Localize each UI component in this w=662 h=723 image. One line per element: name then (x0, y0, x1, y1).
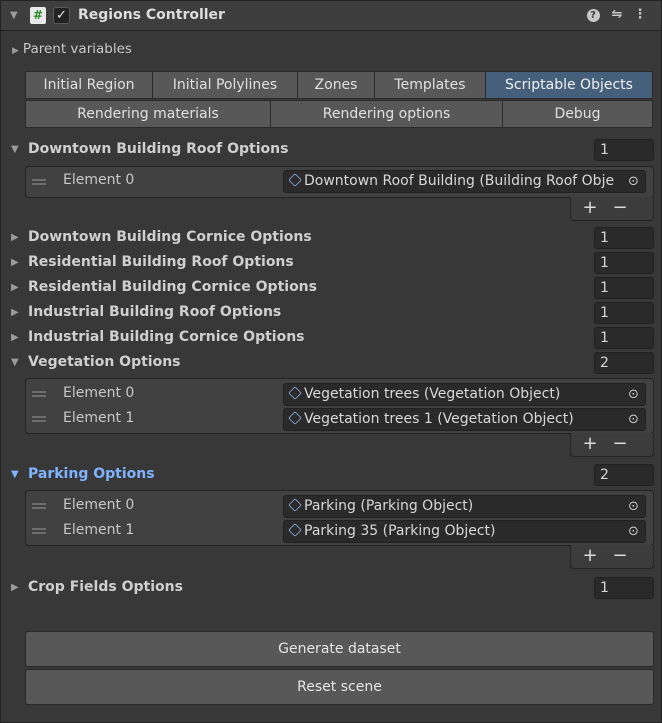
drag-handle-icon[interactable] (32, 528, 46, 534)
help-icon[interactable]: ? (585, 7, 601, 22)
object-picker-icon[interactable]: ⊙ (622, 171, 645, 192)
presets-icon[interactable]: ⇋ (609, 7, 625, 22)
expanded-arrow-icon[interactable]: ▼ (11, 358, 19, 368)
element-label: Element 0 (63, 172, 135, 188)
tab-templates[interactable]: Templates (374, 71, 486, 99)
drag-handle-icon[interactable] (32, 503, 46, 509)
script-icon: # (30, 7, 46, 24)
scriptable-object-icon (288, 411, 302, 425)
remove-element-button[interactable]: − (607, 433, 633, 455)
parking-options-label[interactable]: Parking Options (28, 466, 155, 482)
element-label: Element 0 (63, 385, 135, 401)
context-menu-icon[interactable]: ⋮ (632, 7, 648, 22)
parent-variables-label: Parent variables (22, 41, 132, 57)
downtown-roof-element-0-field[interactable]: Downtown Roof Building (Building Roof Ob… (283, 170, 646, 193)
residential-roof-options-label[interactable]: Residential Building Roof Options (28, 254, 294, 270)
scriptable-object-icon (288, 523, 302, 537)
add-element-button[interactable]: + (577, 433, 603, 455)
industrial-cornice-options-label[interactable]: Industrial Building Cornice Options (28, 329, 305, 345)
add-element-button[interactable]: + (577, 545, 603, 567)
parking-element-0-field[interactable]: Parking (Parking Object) ⊙ (283, 495, 646, 518)
drag-handle-icon[interactable] (32, 416, 46, 422)
collapsed-arrow-icon: ▶ (12, 46, 19, 56)
object-picker-icon[interactable]: ⊙ (622, 496, 645, 517)
industrial-roof-size-field[interactable]: 1 (594, 302, 654, 324)
parking-add-remove: + − (570, 545, 654, 569)
add-element-button[interactable]: + (577, 197, 603, 219)
object-picker-icon[interactable]: ⊙ (622, 409, 645, 430)
reset-scene-button[interactable]: Reset scene (25, 669, 654, 705)
vegetation-element-0-field[interactable]: Vegetation trees (Vegetation Object) ⊙ (283, 383, 646, 406)
tab-scriptable-objects[interactable]: Scriptable Objects (485, 71, 653, 99)
downtown-roof-options-label[interactable]: Downtown Building Roof Options (28, 141, 288, 157)
object-value: Parking (Parking Object) (304, 498, 474, 514)
component-enabled-checkbox[interactable]: ✓ (53, 7, 70, 24)
remove-element-button[interactable]: − (607, 545, 633, 567)
industrial-cornice-size-field[interactable]: 1 (594, 327, 654, 349)
vegetation-element-1-field[interactable]: Vegetation trees 1 (Vegetation Object) ⊙ (283, 408, 646, 431)
drag-handle-icon[interactable] (32, 179, 46, 185)
vegetation-add-remove: + − (570, 433, 654, 457)
parking-size-field[interactable]: 2 (594, 464, 654, 486)
tab-initial-region[interactable]: Initial Region (25, 71, 153, 99)
object-picker-icon[interactable]: ⊙ (622, 521, 645, 542)
tab-rendering-options[interactable]: Rendering options (270, 100, 503, 128)
vegetation-size-field[interactable]: 2 (594, 352, 654, 374)
residential-cornice-options-label[interactable]: Residential Building Cornice Options (28, 279, 317, 295)
expanded-arrow-icon[interactable]: ▼ (11, 145, 19, 155)
object-value: Parking 35 (Parking Object) (304, 523, 496, 539)
industrial-roof-options-label[interactable]: Industrial Building Roof Options (28, 304, 281, 320)
collapsed-arrow-icon[interactable]: ▶ (11, 233, 19, 243)
parent-variables-foldout[interactable]: ▶ Parent variables (12, 41, 132, 57)
tab-initial-polylines[interactable]: Initial Polylines (152, 71, 298, 99)
residential-cornice-size-field[interactable]: 1 (594, 277, 654, 299)
element-label: Element 1 (63, 410, 135, 426)
downtown-roof-add-remove: + − (570, 197, 654, 221)
collapsed-arrow-icon[interactable]: ▶ (11, 333, 19, 343)
component-foldout-arrow-icon[interactable]: ▼ (10, 11, 18, 21)
vegetation-options-label[interactable]: Vegetation Options (28, 354, 181, 370)
collapsed-arrow-icon[interactable]: ▶ (11, 583, 19, 593)
remove-element-button[interactable]: − (607, 197, 633, 219)
object-value: Vegetation trees (Vegetation Object) (304, 386, 561, 402)
drag-handle-icon[interactable] (32, 391, 46, 397)
element-label: Element 1 (63, 522, 135, 538)
scriptable-object-icon (288, 386, 302, 400)
scriptable-object-icon (288, 173, 302, 187)
crop-fields-size-field[interactable]: 1 (594, 577, 654, 599)
crop-fields-options-label[interactable]: Crop Fields Options (28, 579, 183, 595)
downtown-roof-size-field[interactable]: 1 (594, 139, 654, 161)
residential-roof-size-field[interactable]: 1 (594, 252, 654, 274)
generate-dataset-button[interactable]: Generate dataset (25, 631, 654, 667)
tab-rendering-materials[interactable]: Rendering materials (25, 100, 271, 128)
tab-debug[interactable]: Debug (502, 100, 653, 128)
object-value: Downtown Roof Building (Building Roof Ob… (304, 173, 615, 189)
object-picker-icon[interactable]: ⊙ (622, 384, 645, 405)
element-label: Element 0 (63, 497, 135, 513)
object-value: Vegetation trees 1 (Vegetation Object) (304, 411, 574, 427)
downtown-cornice-options-label[interactable]: Downtown Building Cornice Options (28, 229, 312, 245)
collapsed-arrow-icon[interactable]: ▶ (11, 258, 19, 268)
collapsed-arrow-icon[interactable]: ▶ (11, 308, 19, 318)
parking-element-1-field[interactable]: Parking 35 (Parking Object) ⊙ (283, 520, 646, 543)
collapsed-arrow-icon[interactable]: ▶ (11, 283, 19, 293)
tab-zones[interactable]: Zones (297, 71, 375, 99)
downtown-cornice-size-field[interactable]: 1 (594, 227, 654, 249)
component-title: Regions Controller (78, 7, 225, 23)
scriptable-object-icon (288, 498, 302, 512)
expanded-arrow-icon[interactable]: ▼ (11, 470, 19, 480)
